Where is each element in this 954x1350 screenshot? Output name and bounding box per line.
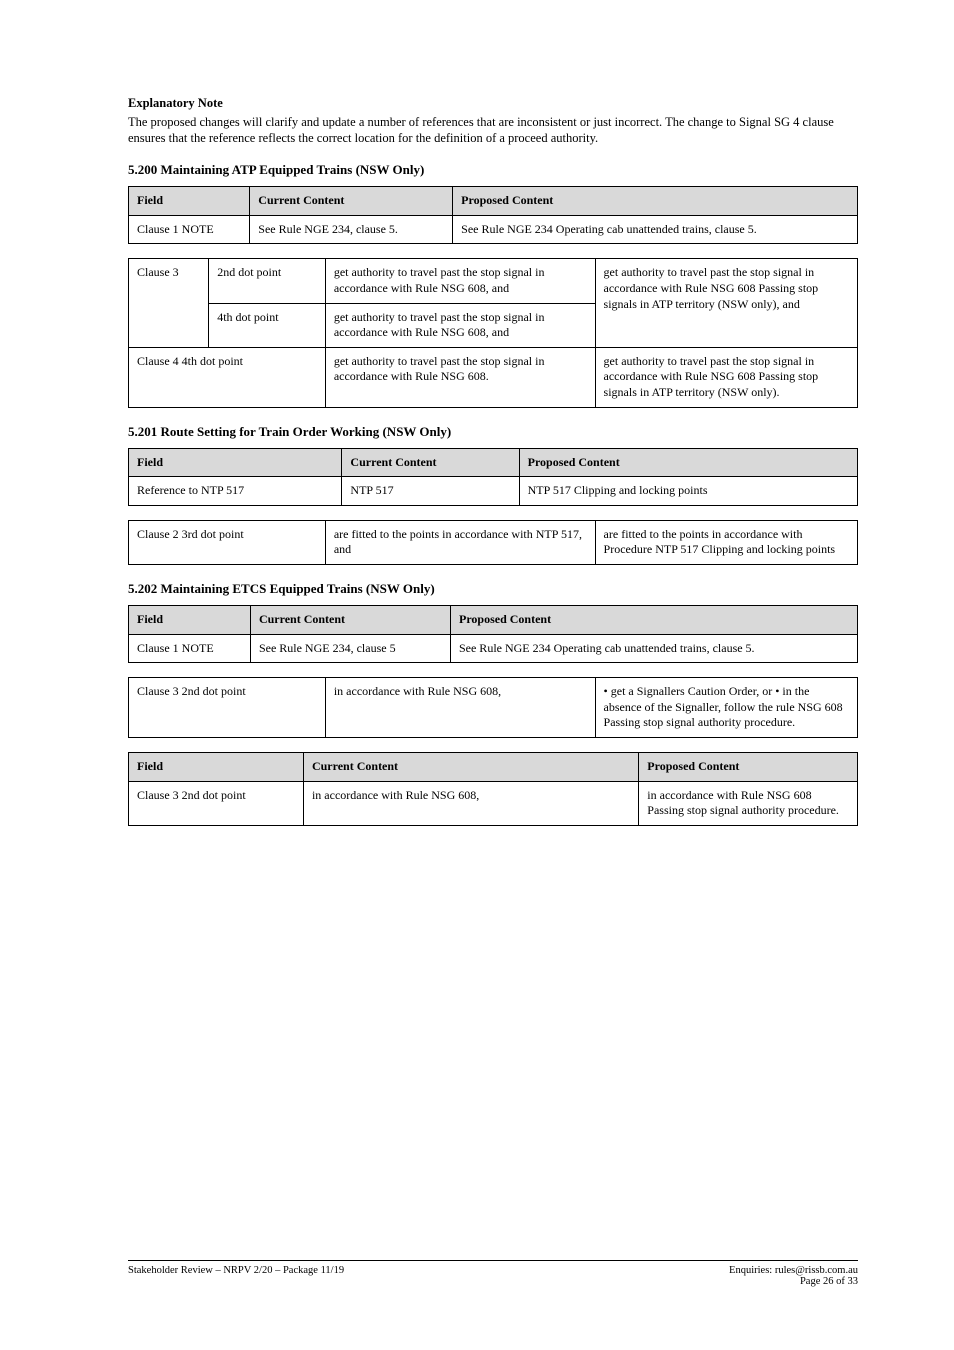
- col-current: Current Content: [342, 448, 519, 477]
- section-title-5201: 5.201 Route Setting for Train Order Work…: [128, 424, 858, 440]
- cell-proposed-merged: get authority to travel past the stop si…: [595, 259, 857, 347]
- table-5202-a: Field Current Content Proposed Content C…: [128, 605, 858, 663]
- cell-subfield: 2nd dot point: [209, 259, 326, 303]
- table-row: Clause 3 2nd dot point in accordance wit…: [129, 678, 858, 738]
- footer-email: Enquiries: rules@rissb.com.au: [729, 1265, 858, 1276]
- cell-proposed: • get a Signallers Caution Order, or • i…: [595, 678, 857, 738]
- cell-proposed: NTP 517 Clipping and locking points: [519, 477, 857, 506]
- table-row: Clause 1 NOTE See Rule NGE 234, clause 5…: [129, 634, 858, 663]
- table-header-row: Field Current Content Proposed Content: [129, 187, 858, 216]
- cell-proposed: are fitted to the points in accordance w…: [595, 520, 857, 564]
- cell-field: Clause 2 3rd dot point: [129, 520, 326, 564]
- footer-left: Stakeholder Review – NRPV 2/20 – Package…: [128, 1265, 344, 1287]
- table-header-row: Field Current Content Proposed Content: [129, 605, 858, 634]
- cell-proposed: get authority to travel past the stop si…: [595, 347, 857, 407]
- col-field: Field: [129, 448, 342, 477]
- cell-current: get authority to travel past the stop si…: [325, 259, 595, 303]
- section-title-5200: 5.200 Maintaining ATP Equipped Trains (N…: [128, 162, 858, 178]
- cell-current: get authority to travel past the stop si…: [325, 347, 595, 407]
- cell-subfield: 4th dot point: [209, 303, 326, 347]
- table-row: Clause 3 2nd dot point get authority to …: [129, 259, 858, 303]
- table-row: Clause 1 NOTE See Rule NGE 234, clause 5…: [129, 215, 858, 244]
- col-proposed: Proposed Content: [639, 752, 858, 781]
- cell-proposed: See Rule NGE 234 Operating cab unattende…: [453, 215, 858, 244]
- cell-current: in accordance with Rule NSG 608,: [325, 678, 595, 738]
- col-field: Field: [129, 605, 251, 634]
- col-current: Current Content: [303, 752, 638, 781]
- cell-field: Clause 3 2nd dot point: [129, 781, 304, 825]
- table-row: Clause 2 3rd dot point are fitted to the…: [129, 520, 858, 564]
- table-header-row: Field Current Content Proposed Content: [129, 448, 858, 477]
- col-field: Field: [129, 187, 250, 216]
- cell-field: Clause 4 4th dot point: [129, 347, 326, 407]
- table-5202-b: Clause 3 2nd dot point in accordance wit…: [128, 677, 858, 738]
- table-row: Clause 3 2nd dot point in accordance wit…: [129, 781, 858, 825]
- cell-field: Clause 1 NOTE: [129, 215, 250, 244]
- cell-proposed: See Rule NGE 234 Operating cab unattende…: [450, 634, 857, 663]
- col-proposed: Proposed Content: [450, 605, 857, 634]
- col-proposed: Proposed Content: [519, 448, 857, 477]
- cell-current: NTP 517: [342, 477, 519, 506]
- table-header-row: Field Current Content Proposed Content: [129, 752, 858, 781]
- footer-page: Page 26 of 33: [800, 1276, 858, 1287]
- cell-field: Clause 1 NOTE: [129, 634, 251, 663]
- col-current: Current Content: [250, 187, 453, 216]
- col-proposed: Proposed Content: [453, 187, 858, 216]
- table-5202-c: Field Current Content Proposed Content C…: [128, 752, 858, 826]
- cell-field: Reference to NTP 517: [129, 477, 342, 506]
- table-5200-a: Field Current Content Proposed Content C…: [128, 186, 858, 244]
- table-row: Reference to NTP 517 NTP 517 NTP 517 Cli…: [129, 477, 858, 506]
- section-title-5202: 5.202 Maintaining ETCS Equipped Trains (…: [128, 581, 858, 597]
- table-5201-b: Clause 2 3rd dot point are fitted to the…: [128, 520, 858, 565]
- cell-field-rowspan: Clause 3: [129, 259, 209, 347]
- table-5201-a: Field Current Content Proposed Content R…: [128, 448, 858, 506]
- explanatory-note-text: The proposed changes will clarify and up…: [128, 115, 858, 146]
- col-field: Field: [129, 752, 304, 781]
- cell-current: See Rule NGE 234, clause 5.: [250, 215, 453, 244]
- cell-current: in accordance with Rule NSG 608,: [303, 781, 638, 825]
- explanatory-note-heading: Explanatory Note: [128, 96, 858, 111]
- table-5200-b: Clause 3 2nd dot point get authority to …: [128, 258, 858, 407]
- cell-proposed: in accordance with Rule NSG 608 Passing …: [639, 781, 858, 825]
- cell-current: are fitted to the points in accordance w…: [325, 520, 595, 564]
- cell-current: See Rule NGE 234, clause 5: [250, 634, 450, 663]
- cell-field: Clause 3 2nd dot point: [129, 678, 326, 738]
- table-row: Clause 4 4th dot point get authority to …: [129, 347, 858, 407]
- col-current: Current Content: [250, 605, 450, 634]
- cell-current: get authority to travel past the stop si…: [325, 303, 595, 347]
- page-footer: Stakeholder Review – NRPV 2/20 – Package…: [128, 1260, 858, 1287]
